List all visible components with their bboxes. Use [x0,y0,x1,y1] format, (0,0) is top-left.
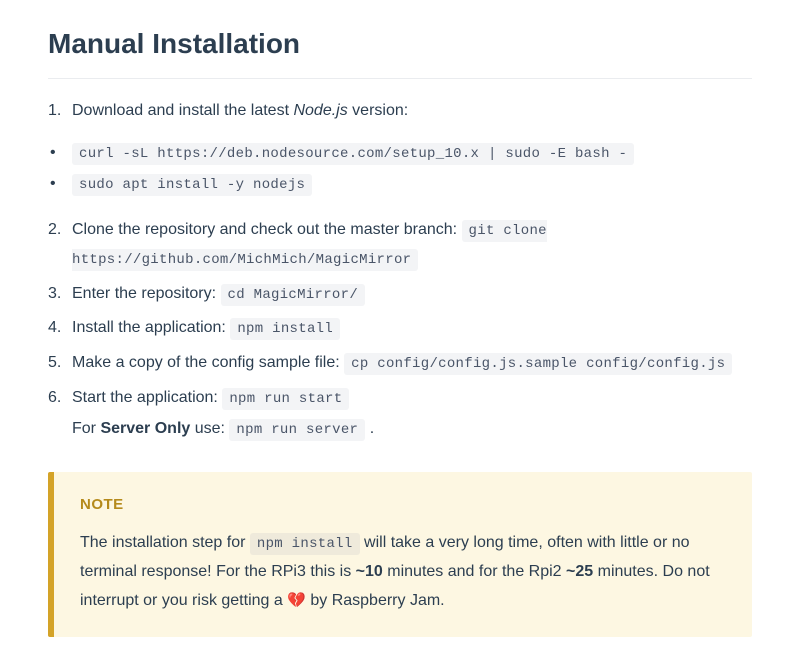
step-4-text: Install the application: [72,319,230,336]
step-1: Download and install the latest Node.js … [48,97,752,126]
step-4: Install the application: npm install [48,314,752,343]
note-callout: NOTE The installation step for npm insta… [48,472,752,638]
cp-config-command: cp config/config.js.sample config/config… [344,353,732,375]
apt-install-command: sudo apt install -y nodejs [72,174,312,196]
list-item: curl -sL https://deb.nodesource.com/setu… [48,139,752,167]
step-3: Enter the repository: cd MagicMirror/ [48,280,752,309]
step-6-subline: For Server Only use: npm run server . [72,415,752,444]
list-item: sudo apt install -y nodejs [48,170,752,198]
npm-run-start-command: npm run start [222,388,349,410]
step-6-sub-mid: use: [190,420,229,437]
step-1-text-post: version: [348,102,408,119]
note-bold-1: ~10 [356,563,383,580]
step-6: Start the application: npm run start For… [48,384,752,444]
npm-install-inline-code: npm install [250,533,360,555]
page-title: Manual Installation [48,20,752,79]
step-6-sub-post: . [365,420,374,437]
step-1-text-pre: Download and install the latest [72,102,293,119]
broken-heart-icon: 💔 [287,592,306,609]
note-label: NOTE [80,492,726,518]
curl-command: curl -sL https://deb.nodesource.com/setu… [72,143,634,165]
note-bold-2: ~25 [566,563,593,580]
step-2-text: Clone the repository and check out the m… [72,221,462,238]
install-steps-continued: Clone the repository and check out the m… [48,216,752,444]
note-body: The installation step for npm install wi… [80,529,726,615]
nodejs-emphasis: Node.js [293,102,347,119]
step-6-sub-pre: For [72,420,100,437]
note-text-1: The installation step for [80,534,250,551]
npm-run-server-command: npm run server [229,419,365,441]
step-5-text: Make a copy of the config sample file: [72,354,344,371]
note-text-5: by Raspberry Jam. [306,592,445,609]
npm-install-command: npm install [230,318,340,340]
step-6-text: Start the application: [72,389,222,406]
command-bullets: curl -sL https://deb.nodesource.com/setu… [48,139,752,198]
install-steps: Download and install the latest Node.js … [48,97,752,126]
step-3-text: Enter the repository: [72,285,221,302]
note-text-3: minutes and for the Rpi2 [383,563,566,580]
server-only-strong: Server Only [100,420,190,437]
step-5: Make a copy of the config sample file: c… [48,349,752,378]
step-2: Clone the repository and check out the m… [48,216,752,274]
cd-command: cd MagicMirror/ [221,284,366,306]
